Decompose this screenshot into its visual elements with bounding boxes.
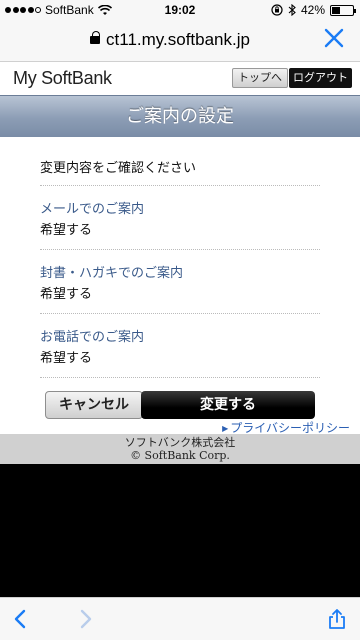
item-label: メールでのご案内 — [40, 202, 145, 217]
close-icon[interactable] — [322, 26, 346, 50]
forward-icon[interactable] — [74, 608, 96, 630]
mysoftbank-logo[interactable]: My SoftBank — [13, 68, 112, 89]
item-label: お電話でのご案内 — [40, 330, 145, 345]
list-item: お電話でのご案内 希望する — [40, 314, 320, 378]
footer: ソフトバンク株式会社 © SoftBank Corp. — [0, 434, 360, 464]
page-title: ご案内の設定 — [0, 95, 360, 137]
back-icon[interactable] — [10, 608, 32, 630]
list-item: メールでのご案内 希望する — [40, 186, 320, 250]
orientation-lock-icon — [271, 4, 283, 16]
status-bar: SoftBank 19:02 42% — [0, 0, 360, 20]
bluetooth-icon — [288, 4, 296, 16]
submit-change-button[interactable]: 変更する — [141, 391, 315, 419]
share-icon[interactable] — [326, 608, 348, 630]
logout-button[interactable]: ログアウト — [289, 68, 352, 88]
battery-icon — [330, 4, 356, 16]
empty-area — [0, 464, 360, 597]
company-name: ソフトバンク株式会社 — [124, 436, 236, 449]
url-text: ct11.my.softbank.jp — [106, 30, 250, 49]
lock-icon — [90, 31, 101, 44]
item-value: 希望する — [40, 351, 93, 366]
browser-url-bar[interactable]: ct11.my.softbank.jp — [0, 20, 360, 62]
web-page: My SoftBank トップへ ログアウト ご案内の設定 変更内容をご確認くだ… — [0, 62, 360, 435]
settings-confirmation: 変更内容をご確認ください メールでのご案内 希望する 封書・ハガキでのご案内 希… — [0, 137, 360, 378]
list-item: 封書・ハガキでのご案内 希望する — [40, 250, 320, 314]
item-value: 希望する — [40, 287, 93, 302]
copyright: © SoftBank Corp. — [130, 449, 230, 462]
brand-header: My SoftBank トップへ ログアウト — [0, 62, 360, 95]
confirm-message: 変更内容をご確認ください — [40, 137, 320, 186]
item-value: 希望する — [40, 223, 93, 238]
address-field[interactable]: ct11.my.softbank.jp — [0, 30, 340, 50]
item-label: 封書・ハガキでのご案内 — [40, 266, 184, 281]
top-page-button[interactable]: トップへ — [232, 68, 288, 88]
browser-toolbar — [0, 597, 360, 640]
cancel-button[interactable]: キャンセル — [45, 391, 143, 419]
status-right: 42% — [271, 3, 356, 17]
battery-percent: 42% — [300, 3, 325, 17]
